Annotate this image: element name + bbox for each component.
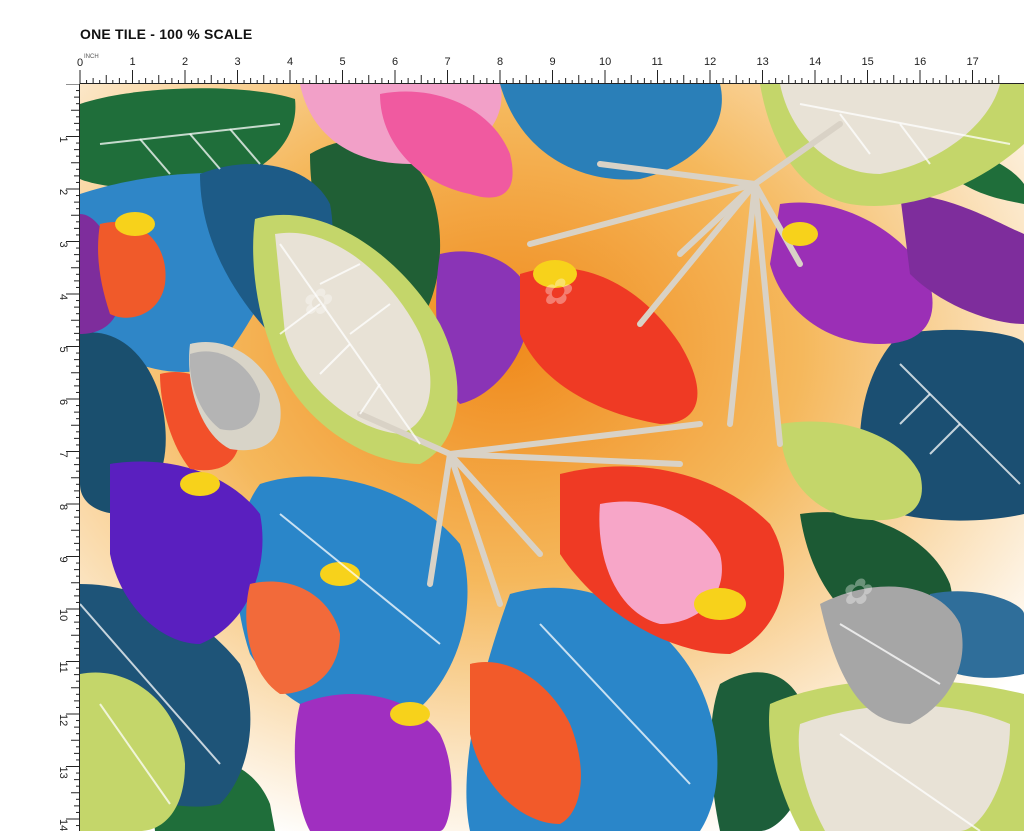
ruler-label: 5	[340, 56, 346, 68]
ruler-label: 17	[967, 56, 979, 68]
ruler-label: 3	[57, 242, 69, 248]
ruler-label: 13	[57, 767, 69, 779]
ruler-label: 15	[862, 56, 874, 68]
ruler-label: 10	[57, 609, 69, 621]
ruler-label: 12	[57, 714, 69, 726]
ruler-label: 2	[182, 56, 188, 68]
ruler-label: 9	[550, 56, 556, 68]
ruler-label: 3	[235, 56, 241, 68]
ruler-label: 14	[809, 56, 821, 68]
ruler-label: 6	[57, 399, 69, 405]
ruler-label: 8	[57, 504, 69, 510]
tropical-leaf-pattern-icon: ✿ ✿ ✿	[80, 84, 1024, 831]
ruler-label: 9	[57, 557, 69, 563]
ruler-label: 13	[757, 56, 769, 68]
ruler-label: 8	[497, 56, 503, 68]
ruler-label: 7	[57, 452, 69, 458]
page-title: ONE TILE - 100 % SCALE	[80, 26, 253, 42]
ruler-label: 2	[57, 189, 69, 195]
ruler-zero: 0	[77, 57, 83, 69]
left-ruler: 1234567891011121314	[0, 84, 80, 831]
ruler-label: 1	[57, 137, 69, 143]
ruler-label: 10	[599, 56, 611, 68]
ruler-label: 14	[57, 819, 69, 831]
pattern-tile: ✿ ✿ ✿	[80, 84, 1024, 831]
watermark: ✿	[300, 282, 333, 323]
watermark: ✿	[540, 272, 573, 313]
top-ruler: 1 2 3 4 5 6 7 8 9 10 11 12 13 14 15 16 17 INCH 0	[77, 48, 1024, 84]
ruler-label: 16	[914, 56, 926, 68]
ruler-label: 4	[287, 56, 293, 68]
ruler-label: 11	[57, 662, 69, 673]
ruler-label: 5	[57, 347, 69, 353]
ruler-label: 4	[57, 294, 69, 300]
ruler-label: 6	[392, 56, 398, 68]
ruler-unit-label: INCH	[84, 54, 99, 60]
ruler-label: 1	[130, 56, 136, 68]
ruler-label: 11	[652, 56, 663, 68]
ruler-label: 12	[704, 56, 716, 68]
ruler-label: 7	[445, 56, 451, 68]
watermark: ✿	[840, 572, 873, 613]
